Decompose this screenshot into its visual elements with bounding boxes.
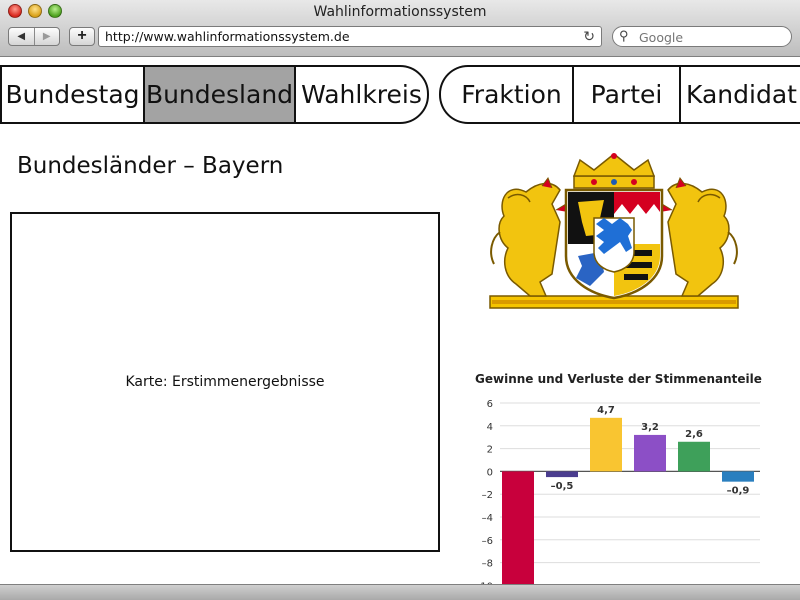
bar — [546, 471, 578, 478]
bar — [678, 441, 710, 472]
chart-plot-area: 6420–2–4–6–8–10–0,54,73,22,6–0,9 — [475, 399, 760, 586]
status-bar — [0, 584, 800, 600]
add-bookmark-button[interactable]: + — [69, 27, 95, 46]
y-tick-label: 4 — [487, 422, 493, 433]
y-tick-label: –6 — [482, 536, 493, 547]
bar — [590, 417, 622, 472]
bar — [634, 434, 666, 472]
tab-partei[interactable]: Partei — [574, 67, 681, 122]
left-lion-icon — [490, 176, 569, 297]
search-input[interactable] — [639, 29, 787, 45]
crown-icon — [572, 153, 656, 189]
bar — [722, 471, 754, 482]
y-tick-label: –4 — [482, 513, 493, 524]
map-placeholder[interactable]: Karte: Erstimmenergebnisse — [10, 212, 440, 552]
url-text[interactable]: http://www.wahlinformationssystem.de — [105, 29, 350, 44]
bar-value-label: –0,5 — [551, 481, 574, 492]
bar-value-label: 3,2 — [641, 422, 659, 433]
bar — [502, 471, 534, 586]
right-lion-icon — [659, 176, 738, 297]
bar-value-label: –0,9 — [727, 486, 750, 497]
history-buttons: ◀ ▶ — [8, 27, 60, 46]
tab-bundestag[interactable]: Bundestag — [2, 67, 145, 122]
browser-window: Wahlinformationssystem ◀ ▶ + http://www.… — [0, 0, 800, 600]
y-tick-label: 6 — [487, 399, 493, 410]
page-title: Bundesländer – Bayern — [17, 153, 284, 179]
window-title: Wahlinformationssystem — [313, 4, 487, 20]
coat-of-arms-image — [489, 153, 739, 309]
region-nav: Bundestag Bundesland Wahlkreis — [0, 65, 429, 124]
bar-value-label: 2,6 — [685, 429, 703, 440]
entity-nav: Fraktion Partei Kandidat — [439, 65, 800, 124]
bar-value-label: 4,7 — [597, 405, 615, 416]
search-field[interactable]: ⚲ — [612, 26, 792, 47]
tab-kandidat[interactable]: Kandidat — [681, 67, 800, 122]
reload-icon[interactable]: ↻ — [583, 28, 595, 45]
y-tick-label: –8 — [482, 559, 493, 570]
tab-bundesland[interactable]: Bundesland — [145, 67, 296, 122]
browser-toolbar: Wahlinformationssystem ◀ ▶ + http://www.… — [0, 0, 800, 57]
forward-arrow-icon[interactable]: ▶ — [33, 28, 60, 45]
search-icon[interactable]: ⚲ — [619, 28, 629, 44]
map-placeholder-label: Karte: Erstimmenergebnisse — [125, 374, 325, 390]
y-tick-label: –2 — [482, 490, 493, 501]
tab-wahlkreis[interactable]: Wahlkreis — [296, 67, 427, 122]
tab-fraktion[interactable]: Fraktion — [441, 67, 574, 122]
back-arrow-icon[interactable]: ◀ — [9, 28, 34, 45]
vote-change-chart: Gewinne und Verluste der Stimmenanteile … — [468, 366, 768, 586]
y-tick-label: 2 — [487, 445, 493, 456]
shield-icon — [564, 188, 664, 300]
y-tick-label: 0 — [487, 467, 493, 478]
address-bar[interactable]: http://www.wahlinformationssystem.de ↻ — [98, 26, 602, 47]
